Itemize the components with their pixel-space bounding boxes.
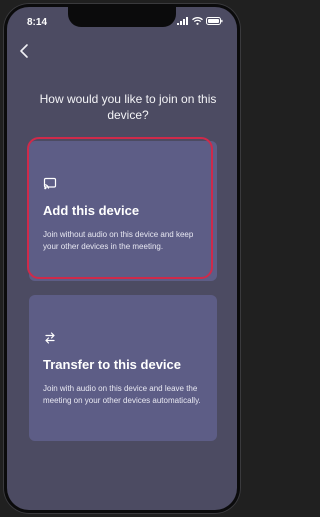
option-title: Add this device: [43, 203, 140, 218]
join-prompt: How would you like to join on this devic…: [39, 92, 217, 122]
back-button[interactable]: [15, 41, 35, 61]
add-this-device-option[interactable]: Add this device Join without audio on th…: [29, 141, 217, 281]
screen: 8:14 How would you like to join on this …: [7, 7, 237, 510]
wifi-icon: [192, 17, 203, 25]
option-description: Join with audio on this device and leave…: [43, 384, 201, 405]
status-icons: [177, 17, 223, 25]
notch: [68, 7, 176, 27]
status-time: 8:14: [27, 17, 48, 28]
phone-frame: 8:14 How would you like to join on this …: [3, 3, 241, 514]
cast-device-icon: [43, 177, 57, 190]
battery-icon: [206, 17, 223, 25]
cellular-signal-icon: [177, 17, 188, 25]
option-title: Transfer to this device: [43, 357, 181, 372]
transfer-to-this-device-option[interactable]: Transfer to this device Join with audio …: [29, 295, 217, 441]
transfer-arrows-icon: [45, 332, 55, 344]
option-description: Join without audio on this device and ke…: [43, 230, 194, 251]
chevron-left-icon: [20, 44, 28, 58]
